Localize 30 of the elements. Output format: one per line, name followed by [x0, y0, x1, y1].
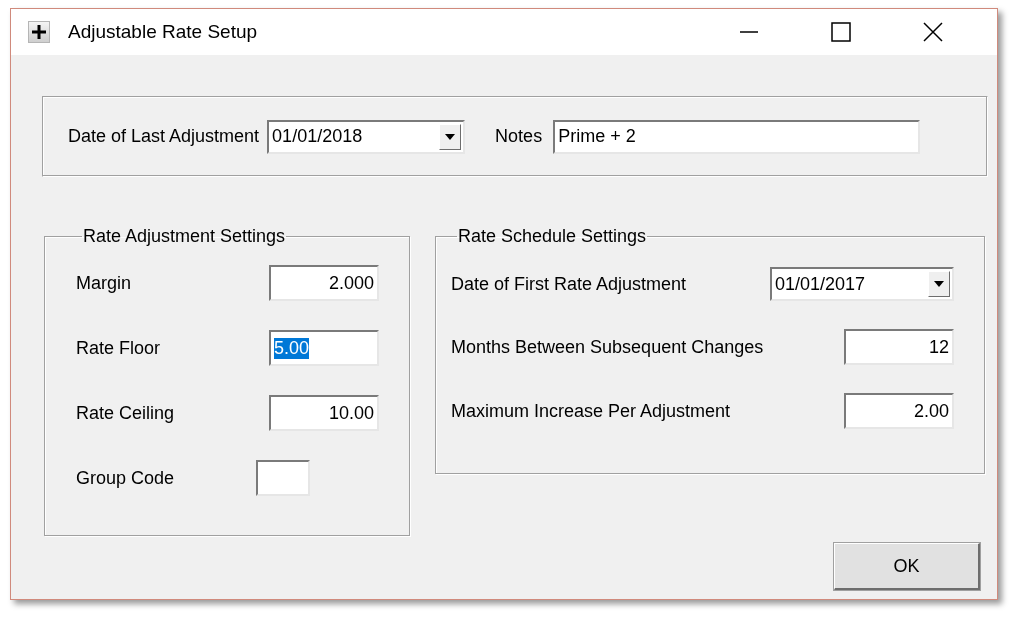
- field-label: Maximum Increase Per Adjustment: [451, 400, 731, 422]
- field-label: Date of Last Adjustment: [68, 126, 260, 147]
- number-field[interactable]: 5.00: [269, 330, 379, 366]
- ok-button[interactable]: OK: [834, 543, 980, 590]
- field-label: Margin: [76, 272, 132, 294]
- maximize-icon: [831, 22, 851, 42]
- caret-icon: [445, 133, 456, 140]
- number-field[interactable]: 2.00: [844, 393, 954, 429]
- dropdown-button[interactable]: [928, 271, 950, 297]
- field-label: Group Code: [76, 467, 175, 489]
- number-field[interactable]: 2.000: [269, 265, 379, 301]
- number-field[interactable]: 12: [844, 329, 954, 365]
- field-label: Date of First Rate Adjustment: [451, 273, 687, 295]
- code-field[interactable]: [256, 460, 311, 496]
- field-label: Rate Ceiling: [76, 402, 175, 424]
- number-field[interactable]: 10.00: [269, 395, 379, 431]
- plus-icon: [32, 25, 46, 39]
- notes-field[interactable]: Prime + 2: [553, 119, 921, 154]
- window-title: Adjustable Rate Setup: [68, 21, 258, 43]
- dropdown-button[interactable]: [439, 123, 462, 150]
- caret-icon: [934, 281, 944, 287]
- date-dropdown[interactable]: 01/01/2017: [770, 267, 954, 301]
- minimize-icon: [740, 31, 758, 33]
- field-label: Months Between Subsequent Changes: [451, 336, 764, 358]
- field-label: Notes: [495, 126, 543, 147]
- date-dropdown[interactable]: 01/01/2018: [267, 119, 466, 154]
- group-title: Rate Schedule Settings: [457, 226, 648, 247]
- close-icon: [923, 22, 943, 42]
- group-title: Rate Adjustment Settings: [82, 226, 287, 247]
- field-label: Rate Floor: [76, 337, 161, 359]
